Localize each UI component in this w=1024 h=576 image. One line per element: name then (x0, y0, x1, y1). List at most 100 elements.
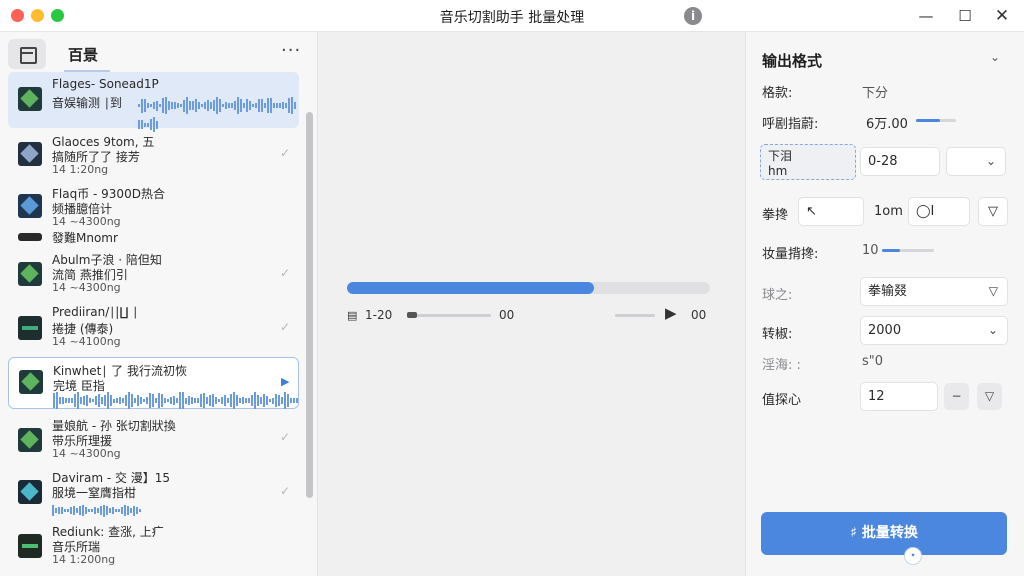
seek-knob[interactable] (407, 312, 417, 318)
waveform-bar (131, 394, 133, 407)
collapse-chevron-icon[interactable]: ⌄ (990, 50, 1000, 64)
track-item[interactable]: Glaoces 9tom, 五 搞随所了了 接芳 14 1:20ng ✓ (8, 130, 299, 178)
play-button[interactable]: ▶ (665, 304, 677, 322)
waveform-bar (153, 102, 155, 109)
waveform-bar (260, 397, 262, 404)
album-thumbnail (18, 262, 42, 286)
waveform-bar (115, 508, 117, 513)
check-icon: ✓ (280, 146, 291, 160)
waveform-bar (58, 506, 60, 515)
toggle-icon: ◯I (916, 204, 935, 219)
waveform-bar (137, 395, 139, 406)
threads-input[interactable]: 12 (860, 382, 938, 411)
waveform-bar (186, 97, 188, 114)
bitrate-slider[interactable] (916, 119, 956, 122)
bitrate-label: 呼剧指蔚: (762, 117, 819, 132)
track-item[interactable]: Prediiran/∣|∐ ∣ 捲捷 (傳泰) 14 ~4100ng ✓ (8, 302, 299, 352)
waveform-bar (243, 103, 245, 108)
waveform-bar (264, 103, 266, 108)
waveform-bar (221, 397, 223, 404)
track-meta: 14 1:200ng (52, 553, 116, 566)
progress-bar[interactable] (347, 282, 710, 294)
range-input[interactable]: 0-28 (860, 147, 940, 176)
album-thumbnail (18, 316, 42, 340)
waveform-bar (52, 504, 54, 517)
waveform-bar (177, 103, 179, 108)
channel-select[interactable]: 拳输叕 ▽ (860, 277, 1008, 306)
panel-title: 输出格式 (762, 52, 823, 70)
fade-label: 拳搀 (762, 208, 789, 223)
waveform-bar (168, 101, 170, 110)
quality-value: ꜱ"0 (862, 354, 884, 369)
track-item[interactable]: Daviram - 交 漫】15 服境一窒膺指柑 ✓ (8, 466, 299, 518)
waveform-bar (146, 397, 148, 404)
volume-slider[interactable] (615, 314, 655, 317)
fade-dropdown[interactable]: ▽ (978, 197, 1008, 226)
fade-value: 1om (874, 204, 903, 219)
batch-convert-button[interactable]: ♯ 批量转换 (761, 512, 1007, 555)
track-item[interactable]: 量娘航 - 孙 张切割狀換 带乐所理援 14 ~4300ng ✓ (8, 414, 299, 462)
track-item[interactable]: Flaq币 - 9300D热合 频播臆倍计 14 ~4300ng (8, 182, 299, 228)
sidebar-toggle-icon[interactable] (8, 39, 46, 69)
track-item[interactable]: Rediunk: 查涨, 上疒 音乐所瑞 14 1:200ng (8, 520, 299, 576)
close-icon[interactable]: ✕ (990, 5, 1014, 27)
maximize-icon[interactable]: ☐ (953, 5, 977, 27)
waveform-bar (288, 98, 290, 113)
waveform-bar (156, 100, 158, 111)
track-item[interactable]: Kinwhet∣ 了 我行流初恢 完境 臣指 ▶ (8, 357, 299, 410)
waveform-bar (124, 505, 126, 516)
track-meta: 14 ~4300ng (52, 281, 121, 294)
waveform-bar (134, 397, 136, 404)
waveform-bar (225, 102, 227, 109)
fade-mode-button[interactable]: ↖ (798, 197, 864, 226)
volume-slider[interactable] (882, 249, 934, 252)
waveform-bar (104, 394, 106, 407)
track-meta: 14 ~4300ng (52, 215, 121, 228)
waveform-bar (62, 397, 64, 404)
range-dropdown[interactable]: ⌄ (946, 147, 1006, 176)
waveform-bar (276, 103, 278, 108)
waveform-bar (140, 397, 142, 404)
samplerate-select[interactable]: 2000 ⌄ (860, 316, 1008, 345)
check-icon: ✓ (280, 320, 291, 334)
waveform-bar (149, 393, 151, 408)
minus-icon[interactable]: − (944, 383, 969, 410)
seek-slider[interactable] (407, 314, 491, 317)
track-item[interactable]: Abulm子浪 · 陪但知 流简 燕推们引 14 ~4300ng ✓ (8, 248, 299, 298)
waveform-bar (234, 101, 236, 110)
waveform-bar (231, 102, 233, 109)
play-icon[interactable]: ▶ (281, 375, 289, 388)
waveform-bar (201, 103, 203, 108)
format-value[interactable]: 下分 (862, 82, 888, 101)
threads-label: 值探心 (762, 393, 802, 408)
track-item[interactable]: 發難Mnomr (8, 229, 299, 245)
waveform-bar (266, 396, 268, 405)
waveform-bar (197, 398, 199, 403)
waveform-bar (97, 508, 99, 513)
waveform-bar (294, 101, 296, 110)
waveform-bar (74, 393, 76, 408)
info-icon[interactable]: i (684, 7, 702, 25)
waveform-bar (267, 97, 269, 114)
waveform-bar (83, 395, 85, 406)
minimize-icon[interactable]: — (914, 5, 938, 27)
waveform-bar (118, 508, 120, 513)
preset-chip[interactable]: 下泪 hm (760, 144, 856, 180)
waveform-bar (209, 394, 211, 407)
album-thumbnail (18, 428, 42, 452)
waveform-bar (246, 99, 248, 112)
sidebar-title[interactable]: 百景 (68, 44, 98, 65)
waveform-bar (89, 397, 91, 404)
waveform-toggle-icon[interactable]: ▤ (347, 309, 357, 322)
samplerate-label: 转椒: (762, 327, 793, 342)
track-title-line2: 服境一窒膺指柑 (52, 486, 137, 500)
scrollbar-thumb[interactable] (306, 112, 313, 498)
convert-handle-icon[interactable]: ⋆ (904, 547, 922, 565)
waveform-bar (76, 508, 78, 513)
fade-toggle[interactable]: ◯I (908, 197, 970, 226)
waveform-bar (270, 98, 272, 113)
waveform-bar (273, 102, 275, 109)
track-item[interactable]: Flages- Sonead1P 音娱输测 ∣到 (8, 72, 299, 133)
more-options-icon[interactable]: ··· (281, 40, 301, 61)
stepper-down-icon[interactable]: ▽ (977, 383, 1002, 410)
